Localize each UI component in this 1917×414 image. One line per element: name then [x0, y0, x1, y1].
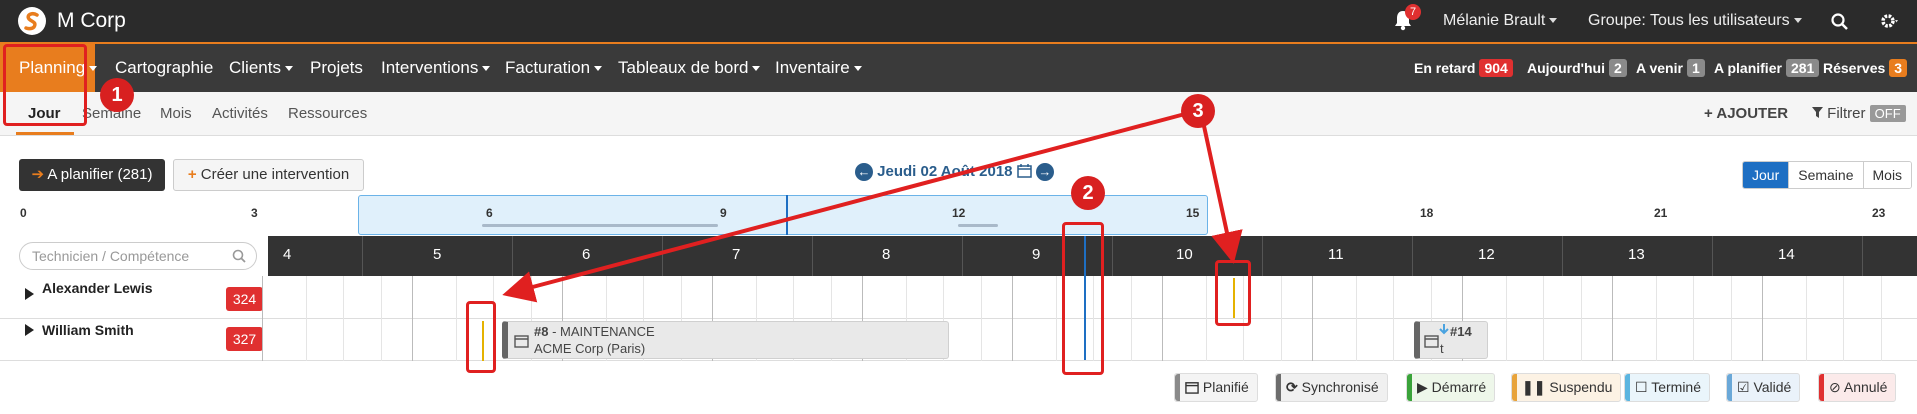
callout-number: 2: [1071, 176, 1105, 210]
callout-number: 3: [1181, 94, 1215, 128]
callout-number: 1: [100, 78, 134, 112]
annotation-arrows: [502, 112, 1243, 303]
